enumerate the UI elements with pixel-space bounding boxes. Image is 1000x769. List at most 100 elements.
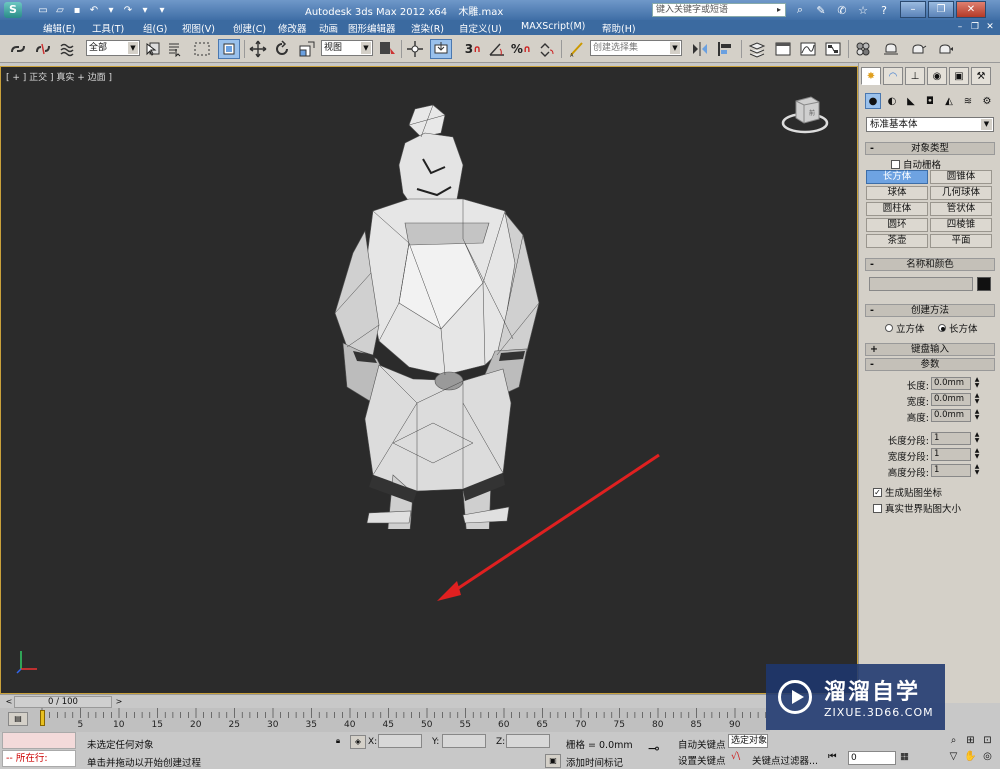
autogrid-box[interactable] xyxy=(891,159,900,169)
select-and-manipulate-icon[interactable] xyxy=(405,39,425,59)
perspective-viewport[interactable]: [ + ] 正交 ] 真实 + 边面 ] 前 xyxy=(0,66,858,694)
align-icon[interactable] xyxy=(715,39,735,59)
bind-to-space-warp-icon[interactable] xyxy=(58,39,78,59)
time-config-icon[interactable]: ▦ xyxy=(900,751,909,762)
menu-group[interactable]: 组(G) xyxy=(143,21,167,35)
use-pivot-center-icon[interactable] xyxy=(377,39,397,59)
material-editor-icon[interactable] xyxy=(852,39,874,59)
binoculars-icon[interactable]: ⌕ xyxy=(792,2,808,18)
width-segs-spinner-icon[interactable]: ▲ ▼ xyxy=(973,448,981,461)
zoom-icon[interactable]: ⌕ xyxy=(946,734,961,748)
object-type-rollout-header[interactable]: - 对象类型 xyxy=(865,142,995,155)
window-crossing-icon[interactable] xyxy=(218,39,240,59)
communication-icon[interactable]: ✆ xyxy=(834,2,850,18)
redo-dropdown-icon[interactable]: ▾ xyxy=(138,3,152,17)
set-key-mode-icon[interactable]: ⊸ xyxy=(648,741,660,757)
systems-icon[interactable]: ⚙ xyxy=(979,93,995,109)
zoom-all-icon[interactable]: ⊞ xyxy=(963,734,978,748)
create-tab-icon[interactable]: ✸ xyxy=(861,67,881,85)
creation-method-rollout-header[interactable]: - 创建方法 xyxy=(865,304,995,317)
set-key-button[interactable]: 设置关键点 xyxy=(678,753,726,767)
goto-start-icon[interactable]: ⏮ xyxy=(828,751,837,762)
angle-snap-toggle-icon[interactable] xyxy=(486,39,508,59)
teapot-button[interactable]: 茶壶 xyxy=(866,234,928,248)
keyboard-shortcut-override-icon[interactable] xyxy=(430,39,452,59)
zoom-extents-icon[interactable]: ⊡ xyxy=(980,734,995,748)
maxscript-listener-line[interactable]: -- 所在行: xyxy=(2,750,76,767)
new-file-icon[interactable]: ▭ xyxy=(36,3,50,17)
undo-dropdown-icon[interactable]: ▾ xyxy=(104,3,118,17)
time-slider-thumb[interactable]: 0 / 100 xyxy=(14,696,112,708)
select-object-icon[interactable] xyxy=(144,39,162,59)
key-filters-button[interactable]: 关键点过滤器... xyxy=(752,753,818,767)
subscription-icon[interactable]: ✎ xyxy=(813,2,829,18)
restore-button[interactable]: ❐ xyxy=(928,1,954,18)
menu-close-icon[interactable]: ✕ xyxy=(984,21,996,33)
length-segs-input[interactable]: 1 xyxy=(931,432,971,445)
rendered-frame-window-icon[interactable] xyxy=(907,39,929,59)
autogrid-checkbox[interactable]: 自动栅格 xyxy=(891,157,941,171)
x-coordinate-field[interactable] xyxy=(378,734,422,748)
lights-icon[interactable]: ◣ xyxy=(903,93,919,109)
menu-rendering[interactable]: 渲染(R) xyxy=(411,21,444,35)
selection-lock-icon[interactable]: 🔒︎ xyxy=(330,735,346,749)
display-tab-icon[interactable]: ▣ xyxy=(949,67,969,85)
cube-radio-dot[interactable] xyxy=(885,324,893,332)
box-radio[interactable]: 长方体 xyxy=(938,321,978,335)
save-file-icon[interactable]: ▪ xyxy=(70,3,84,17)
object-category-dropdown[interactable]: 标准基本体 ▼ xyxy=(866,117,994,132)
render-production-icon[interactable] xyxy=(934,39,956,59)
width-spinner-icon[interactable]: ▲ ▼ xyxy=(973,393,981,406)
qat-customize-icon[interactable]: ▾ xyxy=(155,3,169,17)
menu-create[interactable]: 创建(C) xyxy=(233,21,266,35)
cube-radio[interactable]: 立方体 xyxy=(885,321,925,335)
menu-modifiers[interactable]: 修改器 xyxy=(278,21,307,35)
length-spinner-icon[interactable]: ▲ ▼ xyxy=(973,377,981,390)
menu-animation[interactable]: 动画 xyxy=(319,21,338,35)
width-input[interactable]: 0.0mm xyxy=(931,393,971,406)
real-world-map-checkbox[interactable]: 真实世界贴图大小 xyxy=(873,501,961,515)
help-icon[interactable]: ? xyxy=(876,2,892,18)
menu-edit[interactable]: 编辑(E) xyxy=(43,21,75,35)
app-menu-button[interactable]: S xyxy=(0,0,26,20)
key-set-dropdown[interactable]: 选定对象 xyxy=(728,734,768,748)
box-radio-dot[interactable] xyxy=(938,324,946,332)
object-color-swatch[interactable] xyxy=(977,277,991,291)
select-and-move-icon[interactable] xyxy=(248,39,268,59)
orbit-icon[interactable]: ◎ xyxy=(980,750,995,764)
box-button[interactable]: 长方体 xyxy=(866,170,928,184)
cone-button[interactable]: 圆锥体 xyxy=(930,170,992,184)
layer-manager-icon[interactable] xyxy=(746,39,768,59)
rectangular-selection-icon[interactable] xyxy=(192,39,212,59)
space-warps-icon[interactable]: ≋ xyxy=(960,93,976,109)
utilities-tab-icon[interactable]: ⚒ xyxy=(971,67,991,85)
menu-tools[interactable]: 工具(T) xyxy=(92,21,124,35)
gen-mapping-checkbox[interactable]: ✓ 生成贴图坐标 xyxy=(873,485,942,499)
open-file-icon[interactable]: ▱ xyxy=(53,3,67,17)
menu-maxscript[interactable]: MAXScript(M) xyxy=(521,21,585,32)
select-and-link-icon[interactable] xyxy=(8,39,28,59)
redo-icon[interactable]: ↷ xyxy=(121,3,135,17)
cylinder-button[interactable]: 圆柱体 xyxy=(866,202,928,216)
cameras-icon[interactable]: ◘ xyxy=(922,93,938,109)
current-frame-field[interactable]: 0 xyxy=(848,751,896,765)
real-world-map-box[interactable] xyxy=(873,503,882,513)
search-input[interactable]: 键入关键字或短语 xyxy=(652,3,786,17)
shapes-icon[interactable]: ◐ xyxy=(884,93,900,109)
track-bar[interactable]: ▤ 051015202530354045505560657075808590 xyxy=(0,708,770,732)
y-coordinate-field[interactable] xyxy=(442,734,486,748)
parameters-rollout-header[interactable]: - 参数 xyxy=(865,358,995,371)
spinner-snap-toggle-icon[interactable] xyxy=(535,39,557,59)
menu-help[interactable]: 帮助(H) xyxy=(602,21,636,35)
mirror-icon[interactable] xyxy=(690,39,710,59)
height-input[interactable]: 0.0mm xyxy=(931,409,971,422)
modify-tab-icon[interactable]: ◠ xyxy=(883,67,903,85)
schematic-view-icon[interactable] xyxy=(822,39,844,59)
menu-views[interactable]: 视图(V) xyxy=(182,21,215,35)
menu-minimize-icon[interactable]: – xyxy=(954,21,966,33)
geometry-icon[interactable]: ● xyxy=(865,93,881,109)
geosphere-button[interactable]: 几何球体 xyxy=(930,186,992,200)
render-setup-icon[interactable] xyxy=(880,39,902,59)
gen-mapping-box[interactable]: ✓ xyxy=(873,487,882,497)
favorites-star-icon[interactable]: ☆ xyxy=(855,2,871,18)
